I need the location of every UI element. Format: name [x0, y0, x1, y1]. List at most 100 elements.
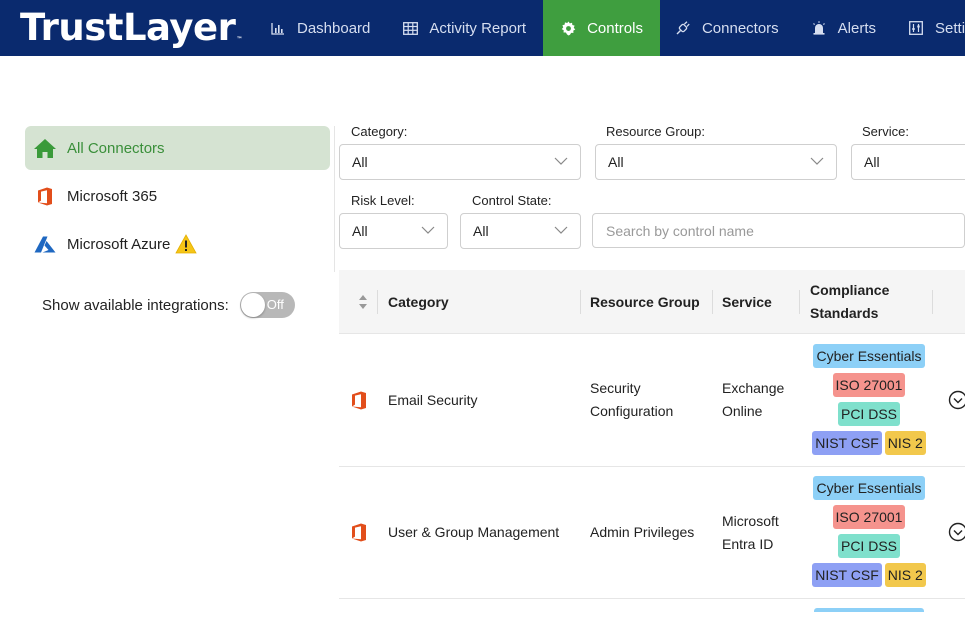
nav-activity-report[interactable]: Activity Report [387, 0, 543, 56]
badge-pci-dss: PCI DSS [838, 534, 900, 558]
badge-pci-dss: PCI DSS [838, 402, 900, 426]
resource-group-select[interactable]: All [595, 144, 837, 180]
table-icon [402, 20, 418, 36]
cell-line: Configuration [590, 400, 673, 423]
badge-nis-2: NIS 2 [885, 563, 926, 587]
gear-icon [560, 20, 576, 36]
table-row[interactable] [339, 599, 965, 619]
home-icon [33, 137, 57, 159]
nav-settings[interactable]: Settings [893, 0, 965, 56]
table-row[interactable]: Email Security Security Configuration Ex… [339, 335, 965, 467]
header-line: Compliance [810, 279, 889, 302]
select-value: All [608, 154, 624, 170]
nav-dashboard[interactable]: Dashboard [255, 0, 387, 56]
select-value: All [864, 154, 880, 170]
cell-category: User & Group Management [388, 521, 559, 544]
cell-line: Online [722, 400, 784, 423]
cell-resource-group: Admin Privileges [590, 521, 694, 544]
sidebar-item-label: Microsoft Azure [67, 236, 170, 253]
sort-icon[interactable] [358, 294, 368, 315]
service-filter-label: Service: [862, 124, 909, 139]
column-separator [799, 290, 800, 314]
cell-line: Security [590, 377, 673, 400]
cell-line: Entra ID [722, 533, 779, 556]
cell-resource-group: Security Configuration [590, 377, 673, 423]
resource-group-filter-label: Resource Group: [606, 124, 705, 139]
select-value: All [352, 223, 368, 239]
control-state-select[interactable]: All [460, 213, 581, 249]
cell-service: Exchange Online [722, 377, 784, 423]
badge-iso-27001: ISO 27001 [833, 373, 906, 397]
cell-line: Exchange [722, 377, 784, 400]
select-value: All [352, 154, 368, 170]
nav-label: Activity Report [429, 20, 526, 37]
sidebar-item-label: All Connectors [67, 140, 165, 157]
sidebar-item-microsoft-azure[interactable]: Microsoft Azure [25, 222, 330, 266]
column-header-service[interactable]: Service [722, 270, 772, 334]
toggle-state-label: Off [267, 297, 284, 312]
column-header-category[interactable]: Category [388, 270, 449, 334]
chevron-down-icon [554, 225, 568, 235]
column-header-resource-group[interactable]: Resource Group [590, 270, 700, 334]
brand-logo[interactable]: TrustLayer™ [20, 6, 242, 49]
sidebar-item-label: Microsoft 365 [67, 188, 157, 205]
service-select[interactable]: All [851, 144, 965, 180]
connector-sidebar: All Connectors Microsoft 365 Microsoft A… [25, 126, 335, 270]
badge-cyber-essentials-partial [814, 608, 924, 612]
bar-chart-icon [270, 20, 286, 36]
nav-controls[interactable]: Controls [543, 0, 660, 56]
controls-table-header: Category Resource Group Service Complian… [339, 270, 965, 334]
office-icon [33, 185, 57, 207]
office-icon [351, 523, 367, 547]
table-row[interactable]: User & Group Management Admin Privileges… [339, 467, 965, 599]
plug-icon [675, 20, 691, 36]
column-separator [377, 290, 378, 314]
sidebar-divider [334, 126, 335, 272]
integrations-label: Show available integrations: [42, 297, 229, 314]
badge-nis-2: NIS 2 [885, 431, 926, 455]
badge-cyber-essentials: Cyber Essentials [813, 344, 924, 368]
nav-connectors[interactable]: Connectors [660, 0, 796, 56]
badge-nist-csf: NIST CSF [812, 563, 882, 587]
sidebar-item-all-connectors[interactable]: All Connectors [25, 126, 330, 170]
cell-category: Email Security [388, 389, 477, 412]
nav-label: Settings [935, 20, 965, 37]
office-icon [351, 391, 367, 415]
column-separator [932, 290, 933, 314]
cell-service: Microsoft Entra ID [722, 510, 779, 556]
compliance-badges: Cyber Essentials ISO 27001 PCI DSS NIST … [810, 344, 928, 460]
badge-iso-27001: ISO 27001 [833, 505, 906, 529]
toggle-knob [241, 293, 265, 317]
cell-line: Admin Privileges [590, 521, 694, 544]
badge-nist-csf: NIST CSF [812, 431, 882, 455]
risk-level-select[interactable]: All [339, 213, 448, 249]
nav-label: Connectors [702, 20, 779, 37]
compliance-badges [810, 608, 928, 612]
warning-icon [175, 234, 197, 254]
expand-row-icon[interactable] [948, 390, 965, 410]
category-select[interactable]: All [339, 144, 581, 180]
control-state-filter-label: Control State: [472, 193, 552, 208]
select-value: All [473, 223, 489, 239]
nav-label: Dashboard [297, 20, 370, 37]
chevron-down-icon [554, 156, 568, 166]
compliance-badges: Cyber Essentials ISO 27001 PCI DSS NIST … [810, 476, 928, 592]
main-nav: Dashboard Activity Report Controls Conne… [255, 0, 965, 56]
siren-icon [811, 20, 827, 36]
expand-row-icon[interactable] [948, 522, 965, 542]
nav-label: Alerts [838, 20, 876, 37]
sidebar-item-microsoft-365[interactable]: Microsoft 365 [25, 174, 330, 218]
control-search-input[interactable]: Search by control name [592, 213, 965, 248]
top-nav-bar: TrustLayer™ Dashboard Activity Report Co… [0, 0, 965, 56]
header-line: Standards [810, 302, 878, 325]
column-separator [712, 290, 713, 314]
cell-line: Microsoft [722, 510, 779, 533]
badge-cyber-essentials: Cyber Essentials [813, 476, 924, 500]
nav-label: Controls [587, 20, 643, 37]
column-header-compliance-standards[interactable]: Compliance Standards [810, 270, 889, 334]
integrations-toggle-row: Show available integrations: Off [42, 292, 295, 318]
sliders-icon [908, 20, 924, 36]
chevron-down-icon [810, 156, 824, 166]
integrations-toggle[interactable]: Off [240, 292, 295, 318]
nav-alerts[interactable]: Alerts [796, 0, 893, 56]
